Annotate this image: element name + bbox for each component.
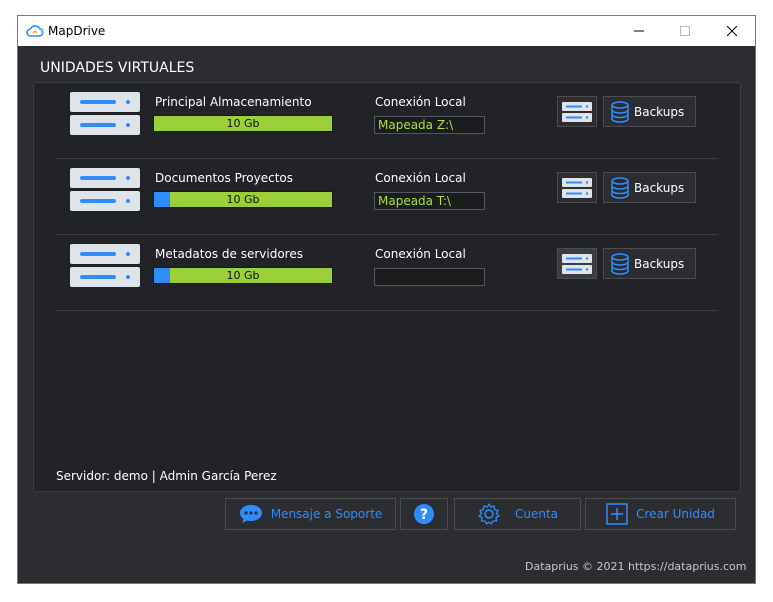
database-icon <box>611 100 629 123</box>
backups-button[interactable]: Backups <box>603 172 696 203</box>
backups-button[interactable]: Backups <box>603 96 696 127</box>
cloud-icon <box>26 25 44 37</box>
create-unit-label: Crear Unidad <box>636 507 715 521</box>
close-icon <box>727 26 737 36</box>
capacity-label: 10 Gb <box>226 193 260 206</box>
backups-button[interactable]: Backups <box>603 248 696 279</box>
usage-bar: 10 Gb <box>153 267 333 284</box>
server-icon <box>562 177 592 198</box>
connection-field[interactable] <box>374 268 485 286</box>
usage-bar: 10 Gb <box>153 115 333 132</box>
unit-row: Metadatos de servidores 10 Gb Conexión L… <box>56 235 718 311</box>
connection-field[interactable]: Mapeada T:\ <box>374 192 485 210</box>
window-title: MapDrive <box>48 24 106 38</box>
server-icon <box>562 253 592 274</box>
backups-label: Backups <box>634 180 685 195</box>
server-options-button[interactable] <box>557 172 597 203</box>
support-message-button[interactable]: Mensaje a Soporte <box>225 498 396 530</box>
unit-row: Principal Almacenamiento 10 Gb Conexión … <box>56 83 718 159</box>
server-icon <box>562 101 592 122</box>
unit-name: Metadatos de servidores <box>155 247 303 261</box>
chat-icon <box>239 505 262 523</box>
create-unit-button[interactable]: Crear Unidad <box>585 498 736 530</box>
capacity-label: 10 Gb <box>226 269 260 282</box>
usage-bar: 10 Gb <box>153 191 333 208</box>
support-message-label: Mensaje a Soporte <box>270 507 383 521</box>
server-icon <box>70 168 140 211</box>
question-icon: ? <box>414 504 434 524</box>
close-button[interactable] <box>709 16 755 46</box>
connection-field[interactable]: Mapeada Z:\ <box>374 116 485 134</box>
account-button[interactable]: Cuenta <box>454 498 581 530</box>
units-panel: Principal Almacenamiento 10 Gb Conexión … <box>33 82 741 492</box>
database-icon <box>611 252 629 275</box>
server-icon <box>70 244 140 287</box>
footer-copyright: Dataprius © 2021 https://dataprius.com <box>525 560 747 573</box>
server-options-button[interactable] <box>557 248 597 279</box>
server-info: Servidor: demo | Admin García Perez <box>56 469 277 483</box>
unit-name: Principal Almacenamiento <box>155 95 312 109</box>
database-icon <box>611 176 629 199</box>
capacity-label: 10 Gb <box>226 117 260 130</box>
gear-icon <box>478 503 500 525</box>
connection-label: Conexión Local <box>375 95 466 109</box>
unit-row: Documentos Proyectos 10 Gb Conexión Loca… <box>56 159 718 235</box>
title-bar[interactable]: MapDrive <box>18 16 755 46</box>
maximize-button[interactable] <box>662 16 708 46</box>
connection-label: Conexión Local <box>375 171 466 185</box>
minimize-button[interactable] <box>616 16 662 46</box>
minimize-icon <box>634 30 644 32</box>
maximize-icon <box>680 26 690 36</box>
add-icon <box>606 503 628 525</box>
server-options-button[interactable] <box>557 96 597 127</box>
account-label: Cuenta <box>514 507 559 521</box>
app-window: MapDrive UNIDADES VIRTUALES Principal Al… <box>17 15 756 584</box>
unit-name: Documentos Proyectos <box>155 171 293 185</box>
section-title: UNIDADES VIRTUALES <box>40 60 195 76</box>
connection-label: Conexión Local <box>375 247 466 261</box>
help-button[interactable]: ? <box>400 498 448 530</box>
svg-text:?: ? <box>420 507 428 523</box>
server-icon <box>70 92 140 135</box>
backups-label: Backups <box>634 256 685 271</box>
backups-label: Backups <box>634 104 685 119</box>
